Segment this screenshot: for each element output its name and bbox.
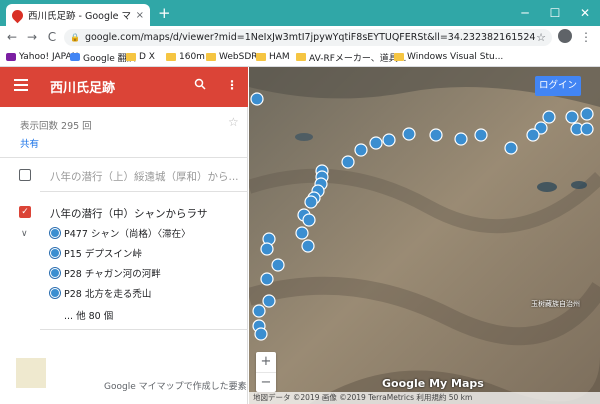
tab-close-icon[interactable]: × xyxy=(136,10,144,21)
url-text[interactable]: google.com/maps/d/viewer?mid=1NeIxJw3mtI… xyxy=(85,32,536,43)
layer-row[interactable]: 八年の潜行（上）綏遠城（厚和）から... xyxy=(0,163,248,189)
bookmark-folder[interactable]: 160m xyxy=(166,52,206,62)
place-item[interactable]: P477 シャン（尚格）〈滞在〉 xyxy=(50,225,191,241)
place-label: P28 北方を走る禿山 xyxy=(64,289,152,300)
address-toolbar: ← → C 🔒 google.com/maps/d/viewer?mid=1Ne… xyxy=(0,26,600,48)
place-label: P15 デプスイン峠 xyxy=(64,249,142,260)
mymaps-sidebar: 西川氏足跡 ⋮ 表示回数 295 回 ☆ 共有 八年の潜行（上）綏遠城（厚和）か… xyxy=(0,67,248,404)
folder-icon xyxy=(126,53,136,61)
back-button[interactable]: ← xyxy=(4,30,20,44)
more-options-icon[interactable]: ⋮ xyxy=(226,78,238,92)
divider xyxy=(40,191,248,192)
bookmark-star-icon[interactable]: ☆ xyxy=(536,31,546,44)
route-pins xyxy=(250,92,594,341)
folder-icon xyxy=(206,53,216,61)
place-item[interactable]: P28 チャガン河の河畔 xyxy=(50,265,161,281)
zoom-out-button[interactable]: − xyxy=(256,372,276,392)
forward-button[interactable]: → xyxy=(24,30,40,44)
map-copyright: 地図データ ©2019 画像 ©2019 TerraMetrics 利用規約 5… xyxy=(249,392,600,404)
layer-label: 八年の潜行（中）シャンからラサ xyxy=(50,208,208,220)
google-translate-icon xyxy=(70,53,80,61)
tab-bar: 西川氏足跡 - Google マイマップ × + ─ ☐ ✕ xyxy=(0,0,600,26)
place-item[interactable]: P28 北方を走る禿山 xyxy=(50,285,151,301)
map-place-label: 玉树藏族自治州 xyxy=(531,300,580,308)
tab-title: 西川氏足跡 - Google マイマップ xyxy=(28,11,131,22)
bookmark-folder[interactable]: D X xyxy=(126,52,166,62)
divider xyxy=(40,329,248,330)
reload-button[interactable]: C xyxy=(44,30,60,44)
map-canvas[interactable] xyxy=(249,67,600,404)
omnibox[interactable]: 🔒 google.com/maps/d/viewer?mid=1NeIxJw3m… xyxy=(64,29,552,46)
google-mymaps-logo: Google My Maps xyxy=(382,377,484,390)
view-count: 表示回数 295 回 xyxy=(20,121,92,132)
more-items-link[interactable]: ... 他 80 個 xyxy=(64,308,113,322)
bookmark-item[interactable]: Google 翻訳 xyxy=(70,51,136,64)
divider xyxy=(0,157,248,158)
minimize-button[interactable]: ─ xyxy=(510,0,540,26)
browser-menu-icon[interactable]: ⋮ xyxy=(580,26,592,48)
new-tab-button[interactable]: + xyxy=(158,4,171,22)
bookmark-folder[interactable]: Windows Visual Stu... xyxy=(394,52,503,62)
bookmark-item[interactable]: Yahoo! JAPAN xyxy=(6,52,78,62)
bookmarks-bar: Yahoo! JAPAN Google 翻訳 D X 160m WebSDR H… xyxy=(0,48,600,67)
layer-row[interactable]: ✓ 八年の潜行（中）シャンからラサ xyxy=(0,200,248,226)
map-thumbnail xyxy=(16,358,46,388)
zoom-in-button[interactable]: + xyxy=(256,352,276,372)
account-avatar[interactable] xyxy=(558,29,572,43)
folder-icon xyxy=(166,53,176,61)
share-link[interactable]: 共有 xyxy=(20,136,39,150)
layer-checkbox[interactable] xyxy=(19,169,31,181)
layer-checkbox[interactable]: ✓ xyxy=(19,206,31,218)
collapse-chevron-icon[interactable]: ∨ xyxy=(21,229,28,239)
place-item[interactable]: P15 デプスイン峠 xyxy=(50,245,142,261)
folder-icon xyxy=(296,53,306,61)
window-controls: ─ ☐ ✕ xyxy=(510,0,600,26)
search-icon[interactable] xyxy=(194,78,206,93)
star-icon[interactable]: ☆ xyxy=(228,115,239,129)
login-button[interactable]: ログイン xyxy=(535,76,581,96)
maximize-button[interactable]: ☐ xyxy=(540,0,570,26)
place-label: P28 チャガン河の河畔 xyxy=(64,269,161,280)
close-window-button[interactable]: ✕ xyxy=(570,0,600,26)
sidebar-header: 西川氏足跡 ⋮ xyxy=(0,67,248,107)
zoom-controls: + − xyxy=(256,352,276,392)
map-title: 西川氏足跡 xyxy=(50,81,116,96)
footer-text: Google マイマップで作成した要素 xyxy=(104,382,247,392)
bookmark-folder[interactable]: HAM xyxy=(256,52,296,62)
maps-favicon-icon xyxy=(9,7,26,23)
bookmark-folder[interactable]: WebSDR xyxy=(206,52,258,62)
hamburger-menu-icon[interactable] xyxy=(14,79,28,91)
pin-icon xyxy=(50,248,60,258)
folder-icon xyxy=(394,53,404,61)
bookmark-folder[interactable]: AV-RFメーカー、道具... xyxy=(296,51,406,64)
folder-icon xyxy=(256,53,266,61)
browser-tab[interactable]: 西川氏足跡 - Google マイマップ × xyxy=(6,4,150,26)
pin-icon xyxy=(50,288,60,298)
lock-icon: 🔒 xyxy=(70,33,80,42)
place-label: P477 シャン（尚格）〈滞在〉 xyxy=(64,229,191,240)
yahoo-icon xyxy=(6,53,16,61)
pin-icon xyxy=(50,228,60,238)
pin-icon xyxy=(50,268,60,278)
layer-label: 八年の潜行（上）綏遠城（厚和）から... xyxy=(50,171,239,183)
